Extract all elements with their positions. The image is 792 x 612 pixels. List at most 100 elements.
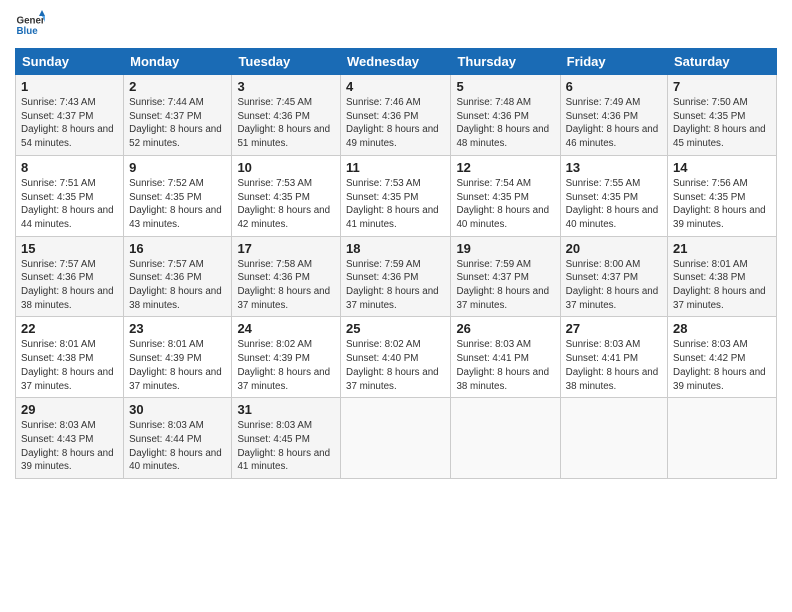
day-info: Sunrise: 7:51 AMSunset: 4:35 PMDaylight:… <box>21 177 118 232</box>
week-row-3: 15 Sunrise: 7:57 AMSunset: 4:36 PMDayligh… <box>16 236 777 317</box>
day-number: 30 <box>129 402 226 417</box>
day-number: 14 <box>673 160 771 175</box>
day-number: 16 <box>129 241 226 256</box>
day-number: 13 <box>566 160 662 175</box>
day-cell: 9 Sunrise: 7:52 AMSunset: 4:35 PMDaylight… <box>124 155 232 236</box>
day-info: Sunrise: 7:43 AMSunset: 4:37 PMDaylight:… <box>21 96 118 151</box>
day-info: Sunrise: 8:00 AMSunset: 4:37 PMDaylight:… <box>566 258 662 313</box>
day-info: Sunrise: 7:59 AMSunset: 4:37 PMDaylight:… <box>456 258 554 313</box>
day-number: 26 <box>456 321 554 336</box>
day-cell: 25Sunrise: 8:02 AMSunset: 4:40 PMDayligh… <box>341 317 451 398</box>
day-number: 20 <box>566 241 662 256</box>
day-number: 29 <box>21 402 118 417</box>
day-info: Sunrise: 7:56 AMSunset: 4:35 PMDaylight:… <box>673 177 771 232</box>
day-cell: 12Sunrise: 7:54 AMSunset: 4:35 PMDayligh… <box>451 155 560 236</box>
day-cell: 24 Sunrise: 8:02 AMSunset: 4:39 PMDayligh… <box>232 317 341 398</box>
day-info: Sunrise: 7:57 AMSunset: 4:36 PMDaylight:… <box>21 258 118 313</box>
day-cell: 11Sunrise: 7:53 AMSunset: 4:35 PMDayligh… <box>341 155 451 236</box>
day-info: Sunrise: 8:03 AMSunset: 4:41 PMDaylight:… <box>456 338 554 393</box>
day-number: 7 <box>673 79 771 94</box>
day-number: 28 <box>673 321 771 336</box>
day-number: 31 <box>237 402 335 417</box>
day-info: Sunrise: 7:44 AMSunset: 4:37 PMDaylight:… <box>129 96 226 151</box>
day-info: Sunrise: 8:02 AMSunset: 4:39 PMDaylight:… <box>237 338 335 393</box>
day-info: Sunrise: 7:48 AMSunset: 4:36 PMDaylight:… <box>456 96 554 151</box>
day-cell: 31 Sunrise: 8:03 AMSunset: 4:45 PMDayligh… <box>232 398 341 479</box>
page: General Blue SundayMondayTuesdayWednesda… <box>0 0 792 612</box>
day-info: Sunrise: 8:03 AMSunset: 4:41 PMDaylight:… <box>566 338 662 393</box>
day-info: Sunrise: 7:45 AMSunset: 4:36 PMDaylight:… <box>237 96 335 151</box>
day-number: 6 <box>566 79 662 94</box>
day-cell: 13 Sunrise: 7:55 AMSunset: 4:35 PMDayligh… <box>560 155 667 236</box>
day-number: 21 <box>673 241 771 256</box>
svg-text:Blue: Blue <box>17 26 39 37</box>
day-number: 17 <box>237 241 335 256</box>
day-info: Sunrise: 8:03 AMSunset: 4:45 PMDaylight:… <box>237 419 335 474</box>
day-number: 15 <box>21 241 118 256</box>
day-cell: 15 Sunrise: 7:57 AMSunset: 4:36 PMDayligh… <box>16 236 124 317</box>
day-info: Sunrise: 8:01 AMSunset: 4:39 PMDaylight:… <box>129 338 226 393</box>
header: General Blue <box>15 10 777 40</box>
day-info: Sunrise: 8:02 AMSunset: 4:40 PMDaylight:… <box>346 338 445 393</box>
day-number: 9 <box>129 160 226 175</box>
weekday-friday: Friday <box>560 49 667 75</box>
week-row-2: 8 Sunrise: 7:51 AMSunset: 4:35 PMDaylight… <box>16 155 777 236</box>
day-number: 3 <box>237 79 335 94</box>
day-cell: 10Sunrise: 7:53 AMSunset: 4:35 PMDayligh… <box>232 155 341 236</box>
day-cell <box>668 398 777 479</box>
day-cell: 8 Sunrise: 7:51 AMSunset: 4:35 PMDaylight… <box>16 155 124 236</box>
logo: General Blue <box>15 10 45 40</box>
day-info: Sunrise: 7:55 AMSunset: 4:35 PMDaylight:… <box>566 177 662 232</box>
day-number: 11 <box>346 160 445 175</box>
day-number: 12 <box>456 160 554 175</box>
calendar-table: SundayMondayTuesdayWednesdayThursdayFrid… <box>15 48 777 479</box>
day-cell <box>451 398 560 479</box>
day-info: Sunrise: 8:03 AMSunset: 4:43 PMDaylight:… <box>21 419 118 474</box>
svg-text:General: General <box>17 16 46 27</box>
day-info: Sunrise: 7:50 AMSunset: 4:35 PMDaylight:… <box>673 96 771 151</box>
day-info: Sunrise: 7:53 AMSunset: 4:35 PMDaylight:… <box>237 177 335 232</box>
day-cell: 1 Sunrise: 7:43 AMSunset: 4:37 PMDaylight… <box>16 75 124 156</box>
day-cell: 30 Sunrise: 8:03 AMSunset: 4:44 PMDayligh… <box>124 398 232 479</box>
day-number: 24 <box>237 321 335 336</box>
day-info: Sunrise: 7:46 AMSunset: 4:36 PMDaylight:… <box>346 96 445 151</box>
day-cell: 17 Sunrise: 7:58 AMSunset: 4:36 PMDayligh… <box>232 236 341 317</box>
weekday-thursday: Thursday <box>451 49 560 75</box>
day-cell <box>341 398 451 479</box>
day-info: Sunrise: 8:01 AMSunset: 4:38 PMDaylight:… <box>673 258 771 313</box>
day-cell: 5Sunrise: 7:48 AMSunset: 4:36 PMDaylight… <box>451 75 560 156</box>
day-cell: 29 Sunrise: 8:03 AMSunset: 4:43 PMDayligh… <box>16 398 124 479</box>
day-number: 4 <box>346 79 445 94</box>
day-cell: 20 Sunrise: 8:00 AMSunset: 4:37 PMDayligh… <box>560 236 667 317</box>
day-cell: 26 Sunrise: 8:03 AMSunset: 4:41 PMDayligh… <box>451 317 560 398</box>
day-cell: 14 Sunrise: 7:56 AMSunset: 4:35 PMDayligh… <box>668 155 777 236</box>
day-number: 19 <box>456 241 554 256</box>
day-cell: 3 Sunrise: 7:45 AMSunset: 4:36 PMDaylight… <box>232 75 341 156</box>
day-cell: 27 Sunrise: 8:03 AMSunset: 4:41 PMDayligh… <box>560 317 667 398</box>
day-number: 18 <box>346 241 445 256</box>
day-info: Sunrise: 8:03 AMSunset: 4:42 PMDaylight:… <box>673 338 771 393</box>
week-row-1: 1 Sunrise: 7:43 AMSunset: 4:37 PMDaylight… <box>16 75 777 156</box>
day-number: 27 <box>566 321 662 336</box>
day-cell: 23Sunrise: 8:01 AMSunset: 4:39 PMDayligh… <box>124 317 232 398</box>
weekday-monday: Monday <box>124 49 232 75</box>
day-cell: 7 Sunrise: 7:50 AMSunset: 4:35 PMDaylight… <box>668 75 777 156</box>
day-cell: 2Sunrise: 7:44 AMSunset: 4:37 PMDaylight… <box>124 75 232 156</box>
day-cell: 18 Sunrise: 7:59 AMSunset: 4:36 PMDayligh… <box>341 236 451 317</box>
day-info: Sunrise: 8:03 AMSunset: 4:44 PMDaylight:… <box>129 419 226 474</box>
day-cell: 22Sunrise: 8:01 AMSunset: 4:38 PMDayligh… <box>16 317 124 398</box>
day-info: Sunrise: 7:58 AMSunset: 4:36 PMDaylight:… <box>237 258 335 313</box>
weekday-tuesday: Tuesday <box>232 49 341 75</box>
day-cell: 28 Sunrise: 8:03 AMSunset: 4:42 PMDayligh… <box>668 317 777 398</box>
day-number: 8 <box>21 160 118 175</box>
day-info: Sunrise: 7:52 AMSunset: 4:35 PMDaylight:… <box>129 177 226 232</box>
week-row-4: 22Sunrise: 8:01 AMSunset: 4:38 PMDayligh… <box>16 317 777 398</box>
day-cell: 19 Sunrise: 7:59 AMSunset: 4:37 PMDayligh… <box>451 236 560 317</box>
weekday-wednesday: Wednesday <box>341 49 451 75</box>
weekday-saturday: Saturday <box>668 49 777 75</box>
logo-icon: General Blue <box>15 10 45 40</box>
day-number: 1 <box>21 79 118 94</box>
day-number: 22 <box>21 321 118 336</box>
day-cell: 21 Sunrise: 8:01 AMSunset: 4:38 PMDayligh… <box>668 236 777 317</box>
day-info: Sunrise: 7:59 AMSunset: 4:36 PMDaylight:… <box>346 258 445 313</box>
